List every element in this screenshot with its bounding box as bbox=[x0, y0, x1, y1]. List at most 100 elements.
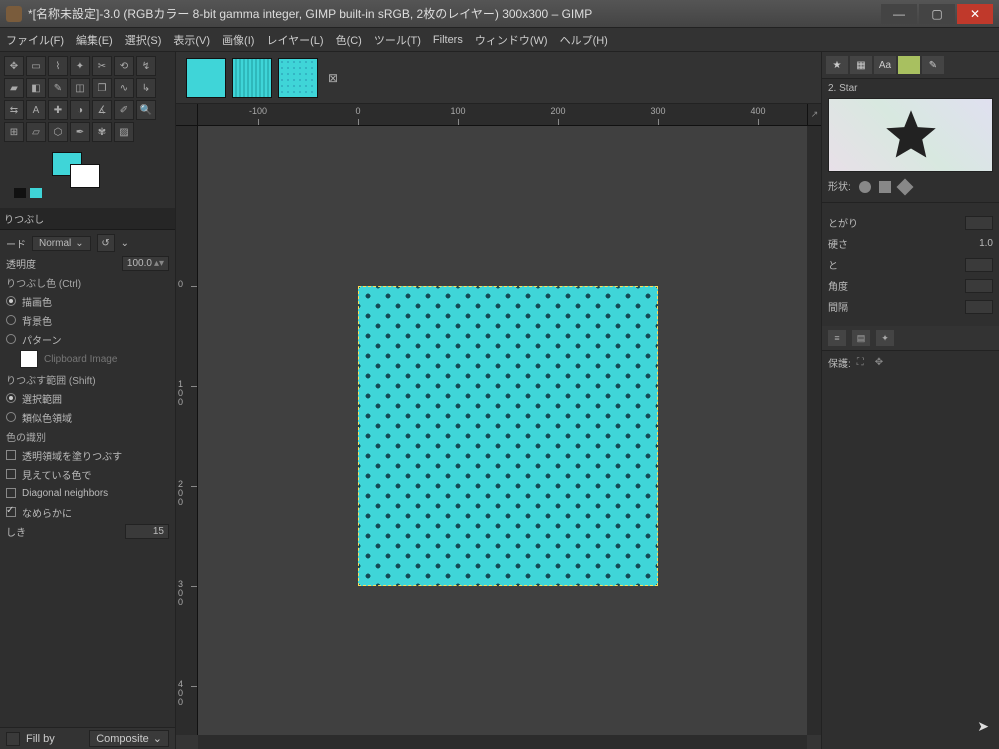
checkbox-findby[interactable] bbox=[6, 469, 16, 479]
close-tab-icon[interactable]: ⊠ bbox=[328, 71, 338, 85]
menu-item[interactable]: 表示(V) bbox=[173, 32, 210, 48]
pencil-tool[interactable]: ✎ bbox=[48, 78, 68, 98]
channels-tab[interactable]: ▤ bbox=[852, 330, 870, 346]
maximize-button[interactable]: ▢ bbox=[919, 4, 955, 24]
layers-tab[interactable]: ≡ bbox=[828, 330, 846, 346]
cage-tool[interactable]: ▱ bbox=[26, 122, 46, 142]
fillby-dropdown[interactable]: Composite⌄ bbox=[89, 730, 169, 747]
checkbox-findby[interactable] bbox=[6, 450, 16, 460]
spacing-field[interactable] bbox=[965, 300, 993, 314]
smudge-tool[interactable]: ∿ bbox=[114, 78, 134, 98]
brush-name: 2. Star bbox=[822, 79, 999, 98]
perspective-tool[interactable]: ▨ bbox=[114, 122, 134, 142]
menu-item[interactable]: Filters bbox=[433, 34, 463, 46]
mypaint-tool[interactable]: ✾ bbox=[92, 122, 112, 142]
quick-nav-icon[interactable]: ↗ bbox=[807, 104, 821, 126]
fill-area-header: りつぶす範囲 (Shift) bbox=[6, 371, 169, 387]
lock-pixels-icon[interactable]: ⛶ bbox=[857, 357, 869, 369]
blur-tool[interactable]: ⬡ bbox=[48, 122, 68, 142]
hardness-value[interactable]: 1.0 bbox=[979, 238, 993, 249]
lasso-tool[interactable]: ⌇ bbox=[48, 56, 68, 76]
pattern-name: Clipboard Image bbox=[44, 354, 117, 365]
menu-item[interactable]: レイヤー(L) bbox=[266, 32, 323, 48]
fillby-label: Fill by bbox=[26, 733, 55, 745]
patterns-tab[interactable]: ▦ bbox=[850, 56, 872, 74]
vertical-ruler[interactable]: 0100200300400 bbox=[176, 126, 198, 735]
menu-item[interactable]: 画像(I) bbox=[222, 32, 254, 48]
path-tool[interactable]: ↳ bbox=[136, 78, 156, 98]
measure-tool[interactable]: ∡ bbox=[92, 100, 112, 120]
vertical-scrollbar[interactable] bbox=[807, 126, 821, 735]
radio-fill-color[interactable] bbox=[6, 296, 16, 306]
canvas-viewport[interactable] bbox=[198, 126, 807, 735]
menu-item[interactable]: ツール(T) bbox=[374, 32, 421, 48]
gradient-tool[interactable]: ◧ bbox=[26, 78, 46, 98]
close-button[interactable]: ✕ bbox=[957, 4, 993, 24]
align-tool[interactable]: ⊞ bbox=[4, 122, 24, 142]
horizontal-scrollbar[interactable] bbox=[198, 735, 807, 749]
spikes-field[interactable] bbox=[965, 216, 993, 230]
radio-fill-area[interactable] bbox=[6, 393, 16, 403]
shape-circle[interactable] bbox=[859, 181, 871, 193]
threshold-field[interactable]: 15 bbox=[125, 524, 169, 539]
shape-label: 形状: bbox=[828, 178, 851, 193]
lock-position-icon[interactable]: ✥ bbox=[875, 357, 887, 369]
angle-field[interactable] bbox=[965, 279, 993, 293]
image-thumb-2[interactable] bbox=[232, 58, 272, 98]
menu-item[interactable]: ウィンドウ(W) bbox=[475, 32, 548, 48]
image-thumb-1[interactable] bbox=[186, 58, 226, 98]
minimize-button[interactable]: — bbox=[881, 4, 917, 24]
zoom-tool[interactable]: 🔍 bbox=[136, 100, 156, 120]
heal-tool[interactable]: ✚ bbox=[48, 100, 68, 120]
text-tool[interactable]: A bbox=[26, 100, 46, 120]
image-thumb-3[interactable] bbox=[278, 58, 318, 98]
checkbox-findby[interactable] bbox=[6, 507, 16, 517]
crop-tool[interactable]: ✂ bbox=[92, 56, 112, 76]
bucket-fill-tool[interactable]: ▰ bbox=[4, 78, 24, 98]
background-color[interactable] bbox=[70, 164, 100, 188]
transform-tool[interactable]: ⟲ bbox=[114, 56, 134, 76]
gradients-tab[interactable] bbox=[898, 56, 920, 74]
brush-editor-tab[interactable]: ✎ bbox=[922, 56, 944, 74]
checkbox-findby[interactable] bbox=[6, 488, 16, 498]
fuzzy-select-tool[interactable]: ✦ bbox=[70, 56, 90, 76]
rect-select-tool[interactable]: ▭ bbox=[26, 56, 46, 76]
move-tool[interactable]: ✥ bbox=[4, 56, 24, 76]
flip-tool[interactable]: ⇆ bbox=[4, 100, 24, 120]
radio-fill-area[interactable] bbox=[6, 412, 16, 422]
dodge-tool[interactable]: ◑ bbox=[70, 100, 90, 120]
menu-item[interactable]: ファイル(F) bbox=[6, 32, 64, 48]
brush-preview[interactable] bbox=[828, 98, 993, 172]
eyedropper-tool[interactable]: ✐ bbox=[114, 100, 134, 120]
menu-item[interactable]: 選択(S) bbox=[125, 32, 162, 48]
default-colors[interactable] bbox=[14, 188, 26, 198]
window-title: *[名称未設定]-3.0 (RGBカラー 8-bit gamma integer… bbox=[28, 5, 881, 22]
shape-diamond[interactable] bbox=[896, 179, 913, 196]
menu-item[interactable]: 編集(E) bbox=[76, 32, 113, 48]
menu-item[interactable]: ヘルプ(H) bbox=[560, 32, 608, 48]
radio-fill-color[interactable] bbox=[6, 334, 16, 344]
clone-tool[interactable]: ❐ bbox=[92, 78, 112, 98]
horizontal-ruler[interactable]: -1000100200300400 bbox=[198, 104, 807, 126]
warp-tool[interactable]: ↯ bbox=[136, 56, 156, 76]
active-brush-swatch[interactable] bbox=[30, 188, 42, 198]
color-selector bbox=[0, 148, 175, 204]
tool-options-header: りつぶし bbox=[0, 208, 175, 230]
menu-item[interactable]: 色(C) bbox=[336, 32, 362, 48]
eraser-tool[interactable]: ◫ bbox=[70, 78, 90, 98]
brushes-tab[interactable]: ★ bbox=[826, 56, 848, 74]
opacity-field[interactable]: 100.0▴▾ bbox=[122, 256, 169, 271]
ratio-field[interactable] bbox=[965, 258, 993, 272]
fonts-tab[interactable]: Aa bbox=[874, 56, 896, 74]
paths-tab[interactable]: ✦ bbox=[876, 330, 894, 346]
ink-tool[interactable]: ✒ bbox=[70, 122, 90, 142]
save-preset-button[interactable] bbox=[6, 732, 20, 746]
canvas-image[interactable] bbox=[358, 286, 658, 586]
shape-square[interactable] bbox=[879, 181, 891, 193]
mode-dropdown[interactable]: Normal⌄ bbox=[32, 236, 91, 251]
radio-fill-color[interactable] bbox=[6, 315, 16, 325]
reset-mode-button[interactable]: ↺ bbox=[97, 234, 115, 252]
chevron-down-icon[interactable]: ⌄ bbox=[121, 238, 129, 249]
ruler-corner[interactable] bbox=[176, 104, 198, 126]
pattern-swatch[interactable] bbox=[20, 350, 38, 368]
